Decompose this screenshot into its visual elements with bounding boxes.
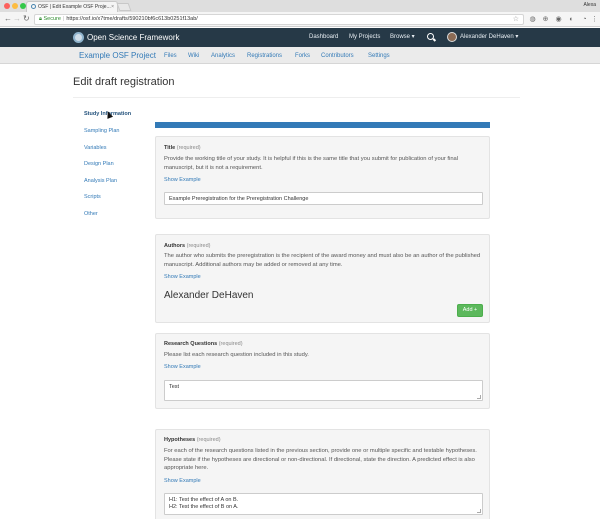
browser-profile-name[interactable]: Alexa xyxy=(583,2,596,8)
question-description: Provide the working title of your study.… xyxy=(164,156,459,171)
show-example-link[interactable]: Show Example xyxy=(164,176,201,184)
back-arrow-icon[interactable]: ← xyxy=(4,14,12,24)
project-nav-contributors[interactable]: Contributors xyxy=(321,51,354,61)
search-icon[interactable] xyxy=(427,33,434,40)
show-example-link[interactable]: Show Example xyxy=(164,273,201,281)
resize-handle-icon[interactable] xyxy=(477,509,481,513)
close-window-icon[interactable] xyxy=(4,3,10,9)
osf-navbar: Open Science Framework Dashboard My Proj… xyxy=(0,28,600,47)
question-label: Title (required) xyxy=(164,145,201,151)
question-panel-title: Title (required) Provide the working tit… xyxy=(155,136,490,219)
nav-my-projects[interactable]: My Projects xyxy=(349,32,380,43)
address-bar[interactable]: 🔒︎ Secure | https://osf.io/x7tme/drafts/59… xyxy=(34,14,524,25)
extension-icon[interactable]: ◐ xyxy=(567,15,576,24)
author-name: Alexander DeHaven xyxy=(164,290,254,301)
minimize-window-icon[interactable] xyxy=(12,3,18,9)
sidebar-item-analysis-plan[interactable]: Analysis Plan xyxy=(84,177,117,185)
extension-icon[interactable]: ⊕ xyxy=(541,15,550,24)
browser-toolbar: ← → ↻ 🔒︎ Secure | https://osf.io/x7tme/dra… xyxy=(0,12,600,27)
bookmark-star-icon[interactable]: ☆ xyxy=(513,15,519,24)
browser-tab-bar: OSF | Edit Example OSF Proje... × Alexa xyxy=(0,0,600,12)
divider xyxy=(73,97,520,98)
project-nav-wiki[interactable]: Wiki xyxy=(188,51,199,61)
menu-kebab-icon[interactable]: ⋮ xyxy=(590,15,599,24)
required-tag: (required) xyxy=(196,437,221,443)
required-tag: (required) xyxy=(218,341,243,347)
research-questions-textarea[interactable]: Test xyxy=(164,380,483,401)
address-separator: | xyxy=(62,16,65,22)
textarea-value: Test xyxy=(169,384,180,390)
user-avatar[interactable] xyxy=(447,32,457,42)
extension-icon[interactable]: ◍ xyxy=(528,15,537,24)
progress-bar xyxy=(155,122,490,128)
show-example-link[interactable]: Show Example xyxy=(164,363,201,371)
browser-tab[interactable]: OSF | Edit Example OSF Proje... × xyxy=(26,1,118,12)
show-example-link[interactable]: Show Example xyxy=(164,477,201,485)
project-nav-registrations[interactable]: Registrations xyxy=(247,51,282,61)
hypotheses-textarea[interactable]: H1: Test the effect of A on B. H2: Test … xyxy=(164,493,483,515)
add-author-button[interactable]: Add + xyxy=(457,304,483,317)
question-description: Please list each research question inclu… xyxy=(164,352,309,358)
title-input[interactable]: Example Preregistration for the Preregis… xyxy=(164,192,483,205)
nav-dashboard[interactable]: Dashboard xyxy=(309,32,338,43)
lock-icon: 🔒︎ xyxy=(39,16,42,22)
project-nav-files[interactable]: Files xyxy=(164,51,177,61)
question-panel-authors: Authors (required) The author who submit… xyxy=(155,234,490,323)
osf-logo-icon[interactable] xyxy=(73,32,84,43)
tab-close-icon[interactable]: × xyxy=(111,4,114,10)
question-label: Authors (required) xyxy=(164,243,211,249)
url-text: https://osf.io/x7tme/drafts/590210bf6c61… xyxy=(66,16,198,22)
question-label: Research Questions (required) xyxy=(164,341,243,347)
reload-icon[interactable]: ↻ xyxy=(23,14,30,24)
sidebar-item-scripts[interactable]: Scripts xyxy=(84,193,101,201)
secure-label: Secure xyxy=(43,16,61,22)
project-nav-forks[interactable]: Forks xyxy=(295,51,310,61)
required-tag: (required) xyxy=(176,145,201,151)
question-panel-hypotheses: Hypotheses (required) For each of the re… xyxy=(155,429,490,519)
extension-icon[interactable]: ◉ xyxy=(554,15,563,24)
sidebar-item-variables[interactable]: Variables xyxy=(84,144,107,152)
question-description: For each of the research questions liste… xyxy=(164,448,477,471)
sidebar-item-other[interactable]: Other xyxy=(84,210,98,218)
nav-user-menu[interactable]: Alexander DeHaven ▾ xyxy=(460,32,518,43)
question-label: Hypotheses (required) xyxy=(164,437,221,443)
nav-browse[interactable]: Browse ▾ xyxy=(390,32,415,43)
sidebar-item-sampling-plan[interactable]: Sampling Plan xyxy=(84,127,119,135)
resize-handle-icon[interactable] xyxy=(477,395,481,399)
sidebar-item-design-plan[interactable]: Design Plan xyxy=(84,160,114,168)
textarea-value: H1: Test the effect of A on B. H2: Test … xyxy=(169,497,239,510)
project-nav-analytics[interactable]: Analytics xyxy=(211,51,235,61)
required-tag: (required) xyxy=(186,243,211,249)
tab-title: OSF | Edit Example OSF Proje... xyxy=(38,4,111,10)
forward-arrow-icon[interactable]: → xyxy=(13,14,21,24)
project-nav-settings[interactable]: Settings xyxy=(368,51,390,61)
extension-icon[interactable]: ◔ xyxy=(580,15,589,24)
project-title[interactable]: Example OSF Project xyxy=(79,50,156,61)
osf-favicon-icon xyxy=(31,4,36,10)
question-panel-research-questions: Research Questions (required) Please lis… xyxy=(155,333,490,409)
project-nav: Example OSF Project Files Wiki Analytics… xyxy=(0,47,600,64)
page-title: Edit draft registration xyxy=(73,76,175,88)
new-tab-button[interactable] xyxy=(116,3,132,11)
question-description: The author who submits the preregistrati… xyxy=(164,253,481,268)
osf-brand[interactable]: Open Science Framework xyxy=(87,32,179,43)
